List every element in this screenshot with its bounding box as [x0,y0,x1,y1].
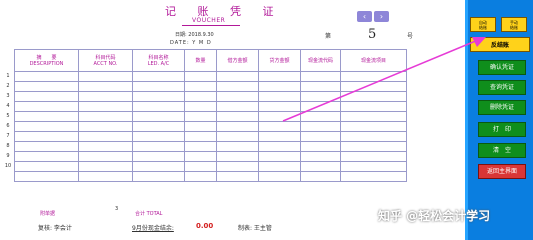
watermark: 知乎 @轻松会计学习 [378,209,491,223]
annotation-arrow-icon [282,37,486,122]
